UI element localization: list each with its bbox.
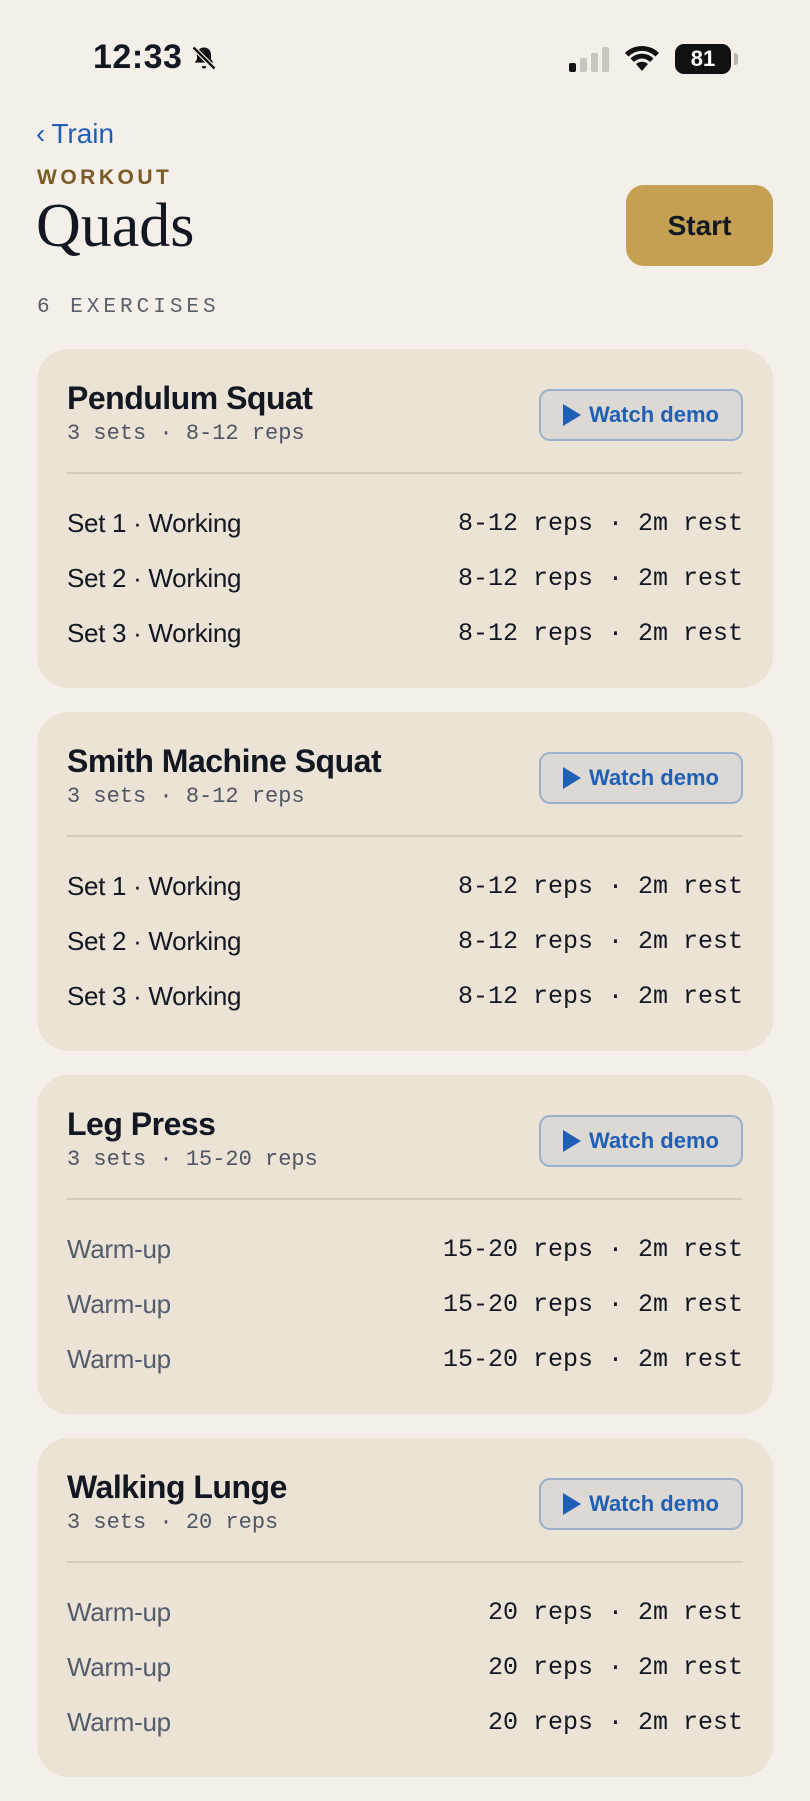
set-label: Set 2 · Working: [67, 926, 242, 956]
watch-demo-label: Watch demo: [589, 402, 719, 427]
set-label: Warm-up: [67, 1289, 171, 1319]
set-row: Set 2 · Working 8-12 reps · 2m rest: [67, 551, 743, 606]
exercise-header: Pendulum Squat 3 sets · 8-12 reps Watch …: [67, 379, 743, 474]
battery-icon: 81: [675, 44, 738, 74]
exercise-header: Smith Machine Squat 3 sets · 8-12 reps W…: [67, 742, 743, 837]
watch-demo-label: Watch demo: [589, 765, 719, 790]
play-icon: [563, 1130, 581, 1152]
watch-demo-button[interactable]: Watch demo: [539, 389, 743, 441]
watch-demo-button[interactable]: Watch demo: [539, 752, 743, 804]
watch-demo-button[interactable]: Watch demo: [539, 1115, 743, 1167]
set-row: Set 1 · Working 8-12 reps · 2m rest: [67, 496, 743, 551]
set-detail: 8-12 reps · 2m rest: [457, 564, 743, 593]
section-eyebrow: WORKOUT: [37, 166, 173, 189]
watch-demo-button[interactable]: Watch demo: [539, 1478, 743, 1530]
set-detail: 20 reps · 2m rest: [487, 1653, 743, 1682]
back-label: Train: [51, 118, 115, 149]
set-label: Warm-up: [67, 1652, 171, 1682]
watch-demo-label: Watch demo: [589, 1491, 719, 1516]
set-detail: 15-20 reps · 2m rest: [442, 1235, 743, 1264]
set-label: Warm-up: [67, 1234, 171, 1264]
clock-text: 12:33: [93, 38, 183, 76]
exercise-name: Pendulum Squat: [67, 380, 313, 416]
set-row: Warm-up 20 reps · 2m rest: [67, 1640, 743, 1695]
set-detail: 15-20 reps · 2m rest: [442, 1290, 743, 1319]
exercise-summary: 3 sets · 8-12 reps: [67, 421, 305, 447]
page-title: Quads: [36, 192, 195, 260]
set-detail: 8-12 reps · 2m rest: [457, 509, 743, 538]
set-label: Warm-up: [67, 1597, 171, 1627]
exercise-summary: 3 sets · 20 reps: [67, 1510, 279, 1536]
set-row: Warm-up 20 reps · 2m rest: [67, 1585, 743, 1640]
set-detail: 20 reps · 2m rest: [487, 1708, 743, 1737]
chevron-left-icon: ‹: [36, 118, 46, 149]
set-detail: 15-20 reps · 2m rest: [442, 1345, 743, 1374]
set-row: Warm-up 15-20 reps · 2m rest: [67, 1277, 743, 1332]
exercise-summary: 3 sets · 15-20 reps: [67, 1147, 318, 1173]
set-label: Warm-up: [67, 1344, 171, 1374]
set-label: Warm-up: [67, 1707, 171, 1737]
exercise-card: Pendulum Squat 3 sets · 8-12 reps Watch …: [37, 349, 773, 688]
back-button[interactable]: ‹ Train: [36, 118, 114, 150]
set-row: Warm-up 20 reps · 2m rest: [67, 1695, 743, 1750]
set-row: Set 2 · Working 8-12 reps · 2m rest: [67, 914, 743, 969]
exercise-name: Smith Machine Squat: [67, 743, 382, 779]
set-list: Set 1 · Working 8-12 reps · 2m rest Set …: [67, 474, 743, 661]
play-icon: [563, 404, 581, 426]
exercise-card: Leg Press 3 sets · 15-20 reps Watch demo…: [37, 1075, 773, 1414]
set-row: Warm-up 15-20 reps · 2m rest: [67, 1332, 743, 1387]
set-row: Set 3 · Working 8-12 reps · 2m rest: [67, 969, 743, 1024]
exercise-header: Walking Lunge 3 sets · 20 reps Watch dem…: [67, 1468, 743, 1563]
start-button[interactable]: Start: [626, 185, 773, 266]
set-list: Warm-up 20 reps · 2m rest Warm-up 20 rep…: [67, 1563, 743, 1750]
set-label: Set 2 · Working: [67, 563, 242, 593]
set-detail: 20 reps · 2m rest: [487, 1598, 743, 1627]
set-label: Set 3 · Working: [67, 618, 242, 648]
play-icon: [563, 1493, 581, 1515]
wifi-icon: [625, 45, 659, 71]
set-row: Set 1 · Working 8-12 reps · 2m rest: [67, 859, 743, 914]
set-list: Warm-up 15-20 reps · 2m rest Warm-up 15-…: [67, 1200, 743, 1387]
exercise-count: 6 EXERCISES: [37, 296, 220, 319]
set-list: Set 1 · Working 8-12 reps · 2m rest Set …: [67, 837, 743, 1024]
status-bar: 12:33 81: [0, 0, 810, 120]
set-label: Set 1 · Working: [67, 508, 242, 538]
exercise-name: Walking Lunge: [67, 1469, 287, 1505]
set-detail: 8-12 reps · 2m rest: [457, 619, 743, 648]
set-row: Warm-up 15-20 reps · 2m rest: [67, 1222, 743, 1277]
set-detail: 8-12 reps · 2m rest: [457, 927, 743, 956]
cellular-signal-icon: [569, 46, 609, 72]
status-indicators: 81: [569, 44, 738, 74]
set-row: Set 3 · Working 8-12 reps · 2m rest: [67, 606, 743, 661]
battery-level: 81: [675, 44, 731, 74]
status-time: 12:33: [93, 38, 218, 77]
set-detail: 8-12 reps · 2m rest: [457, 982, 743, 1011]
exercise-header: Leg Press 3 sets · 15-20 reps Watch demo: [67, 1105, 743, 1200]
bell-slash-icon: [192, 45, 217, 70]
exercise-name: Leg Press: [67, 1106, 216, 1142]
exercise-card: Walking Lunge 3 sets · 20 reps Watch dem…: [37, 1438, 773, 1777]
set-label: Set 1 · Working: [67, 871, 242, 901]
watch-demo-label: Watch demo: [589, 1128, 719, 1153]
set-detail: 8-12 reps · 2m rest: [457, 872, 743, 901]
play-icon: [563, 767, 581, 789]
exercise-list: Pendulum Squat 3 sets · 8-12 reps Watch …: [37, 349, 773, 1801]
exercise-summary: 3 sets · 8-12 reps: [67, 784, 305, 810]
exercise-card: Smith Machine Squat 3 sets · 8-12 reps W…: [37, 712, 773, 1051]
set-label: Set 3 · Working: [67, 981, 242, 1011]
